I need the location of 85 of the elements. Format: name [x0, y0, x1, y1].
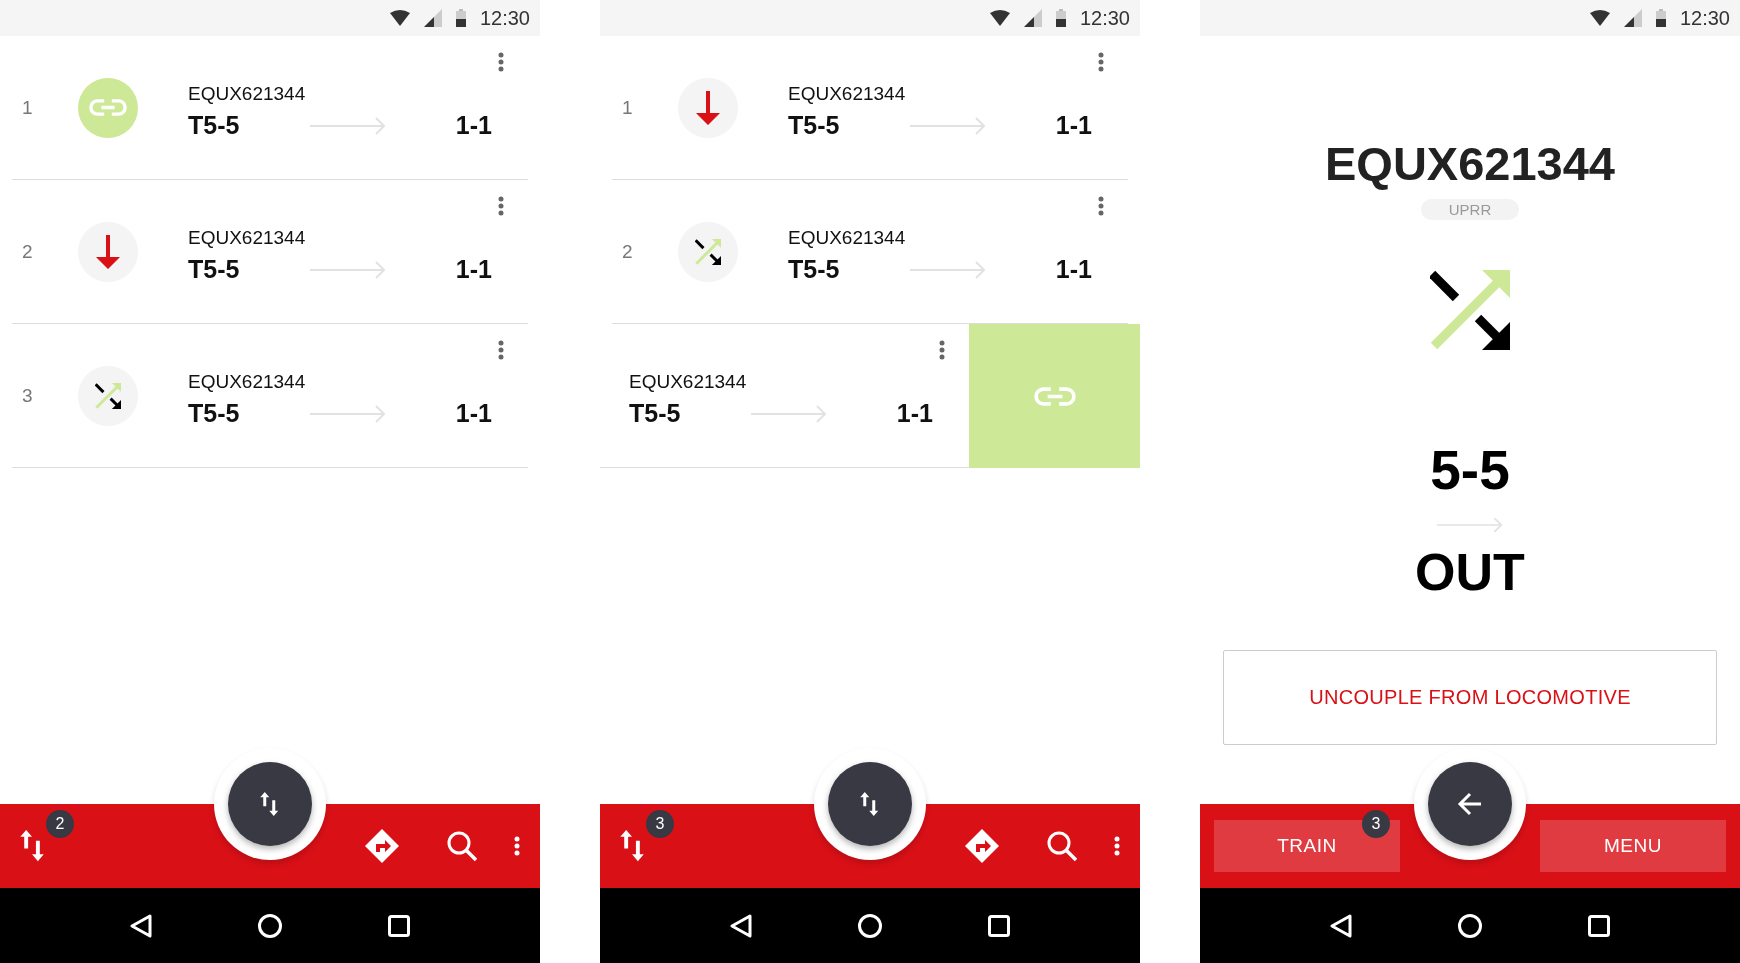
- crossing-arrows-icon: [1430, 270, 1510, 350]
- to-track: 1-1: [896, 399, 933, 428]
- recents-icon[interactable]: [988, 914, 1010, 937]
- right-arrow-icon: [309, 116, 386, 135]
- row-number: 3: [22, 384, 34, 407]
- crossing-arrows-icon: [695, 238, 721, 265]
- wifi-icon: [1589, 10, 1610, 26]
- right-arrow-icon: [1437, 516, 1503, 534]
- list-row[interactable]: 1 EQUX621344 T5-5 1-1: [12, 36, 528, 180]
- link-icon: [89, 98, 127, 117]
- to-track: OUT: [1415, 542, 1525, 602]
- container-title: EQUX621344: [1324, 136, 1615, 191]
- battery-icon: [1055, 9, 1066, 27]
- container-number: EQUX621344: [629, 371, 748, 393]
- container-number: EQUX621344: [788, 83, 907, 105]
- more-icon[interactable]: [1114, 835, 1120, 857]
- swap-icon: [860, 792, 880, 816]
- back-arrow-icon: [1457, 792, 1483, 816]
- recents-icon[interactable]: [1588, 914, 1610, 937]
- signal-icon: [423, 9, 442, 27]
- more-icon[interactable]: [498, 52, 504, 72]
- owner-tag: UPRR: [1420, 199, 1520, 220]
- row-number: 1: [622, 96, 634, 119]
- signal-icon: [1623, 9, 1642, 27]
- more-icon[interactable]: [1098, 52, 1104, 72]
- home-icon[interactable]: [858, 913, 882, 938]
- from-track: T5-5: [188, 255, 240, 284]
- signal-icon: [1023, 9, 1042, 27]
- wifi-icon: [989, 10, 1010, 26]
- back-icon[interactable]: [130, 913, 152, 938]
- right-arrow-icon: [750, 404, 827, 423]
- down-arrow-icon: [696, 90, 720, 125]
- container-number: EQUX621344: [188, 227, 307, 249]
- count-badge: 3: [1362, 810, 1390, 838]
- to-track: 1-1: [455, 255, 492, 284]
- right-arrow-icon: [909, 116, 986, 135]
- list-row[interactable]: 2 EQUX621344 T5-5 1-1: [12, 180, 528, 324]
- recents-icon[interactable]: [388, 914, 410, 937]
- status-time: 12:30: [1079, 6, 1130, 30]
- to-track: 1-1: [455, 399, 492, 428]
- row-number: 2: [22, 240, 34, 263]
- to-track: 1-1: [1055, 111, 1092, 140]
- list-row[interactable]: 2 EQUX621344 T5-5 1-1: [612, 180, 1128, 324]
- to-track: 1-1: [1055, 255, 1092, 284]
- status-time: 12:30: [1679, 6, 1730, 30]
- wifi-icon: [389, 10, 410, 26]
- down-arrow-icon: [96, 234, 120, 269]
- bar-button[interactable]: MENU: [1540, 820, 1726, 872]
- from-track: T5-5: [629, 399, 681, 428]
- from-track: T5-5: [188, 399, 240, 428]
- container-number: EQUX621344: [788, 227, 907, 249]
- battery-icon: [455, 9, 466, 27]
- right-arrow-icon: [309, 260, 386, 279]
- list-row[interactable]: 1 EQUX621344 T5-5 1-1: [612, 36, 1128, 180]
- more-icon[interactable]: [498, 196, 504, 216]
- row-number: 1: [22, 96, 34, 119]
- home-icon[interactable]: [1458, 913, 1482, 938]
- uncouple-button[interactable]: UNCOUPLE FROM LOCOMOTIVE: [1223, 650, 1717, 745]
- more-icon[interactable]: [939, 340, 945, 360]
- swap-icon: [620, 830, 646, 862]
- from-track: T5-5: [188, 111, 240, 140]
- link-icon: [1033, 385, 1076, 407]
- home-icon[interactable]: [258, 913, 282, 938]
- container-number: EQUX621344: [188, 371, 307, 393]
- back-icon[interactable]: [1330, 913, 1352, 938]
- more-icon[interactable]: [514, 835, 520, 857]
- right-arrow-icon: [909, 260, 986, 279]
- status-time: 12:30: [479, 6, 530, 30]
- battery-icon: [1655, 9, 1666, 27]
- to-track: 1-1: [455, 111, 492, 140]
- list-row[interactable]: 3 EQUX621344 T5-5 1-1: [12, 324, 528, 468]
- from-track: T5-5: [788, 255, 840, 284]
- more-icon[interactable]: [1098, 196, 1104, 216]
- crossing-arrows-icon: [95, 382, 121, 409]
- row-number: 2: [622, 240, 634, 263]
- right-arrow-icon: [309, 404, 386, 423]
- count-badge: 2: [46, 810, 74, 839]
- swap-icon: [20, 830, 46, 862]
- from-track: 5-5: [1430, 438, 1510, 502]
- more-icon[interactable]: [498, 340, 504, 360]
- back-icon[interactable]: [730, 913, 752, 938]
- count-badge: 3: [646, 810, 674, 839]
- container-number: EQUX621344: [188, 83, 307, 105]
- from-track: T5-5: [788, 111, 840, 140]
- swap-icon: [260, 792, 280, 816]
